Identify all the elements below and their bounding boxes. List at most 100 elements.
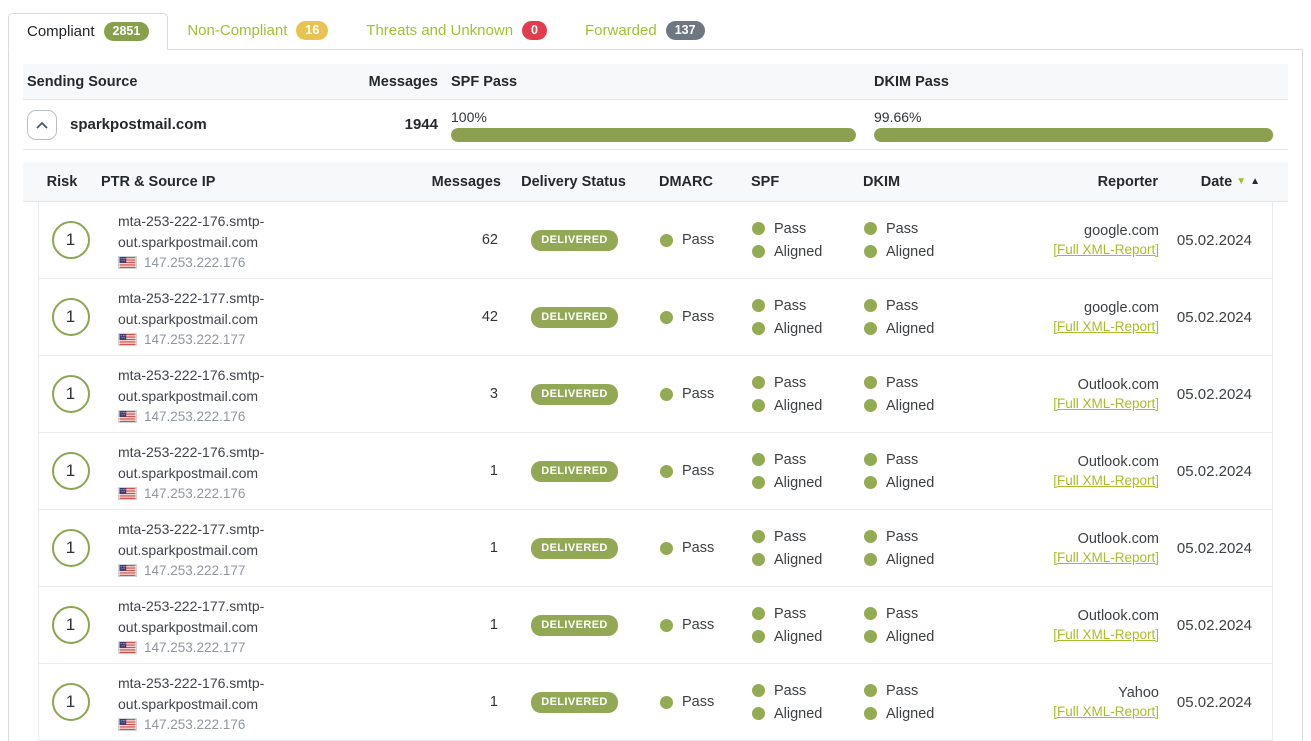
spf-pass-result: Pass <box>774 606 806 622</box>
pass-dot-icon <box>660 234 673 247</box>
reporter-name: google.com <box>1084 300 1159 316</box>
report-date: 05.02.2024 <box>1167 694 1272 711</box>
spf-aligned-result: Aligned <box>774 244 822 260</box>
tab-threats-unknown[interactable]: Threats and Unknown 0 <box>347 12 566 49</box>
us-flag-icon <box>118 487 137 500</box>
delivery-status-cell: DELIVERED <box>502 692 647 713</box>
full-xml-report-link[interactable]: [Full XML-Report] <box>1053 627 1159 642</box>
reporter-name: Yahoo <box>1118 685 1159 701</box>
spf-pass-result: Pass <box>774 683 806 699</box>
aligned-dot-icon <box>864 245 877 258</box>
full-xml-report-link[interactable]: [Full XML-Report] <box>1053 704 1159 719</box>
table-row: 1 mta-253-222-176.smtp-out.sparkpostmail… <box>39 433 1272 510</box>
pass-dot-icon <box>864 684 877 697</box>
full-xml-report-link[interactable]: [Full XML-Report] <box>1053 319 1159 334</box>
risk-score-badge: 1 <box>52 298 90 336</box>
spf-progress-fill <box>451 128 856 142</box>
aligned-dot-icon <box>864 399 877 412</box>
table-row: 1 mta-253-222-177.smtp-out.sparkpostmail… <box>39 510 1272 587</box>
dkim-cell: Pass Aligned <box>847 375 992 414</box>
full-xml-report-link[interactable]: [Full XML-Report] <box>1053 396 1159 411</box>
header-ptr-source-ip: PTR & Source IP <box>101 174 421 190</box>
dmarc-cell: Pass <box>647 386 735 402</box>
aligned-dot-icon <box>752 399 765 412</box>
spf-cell: Pass Aligned <box>735 452 847 491</box>
risk-score-badge: 1 <box>52 606 90 644</box>
reporter-cell: google.com [Full XML-Report] <box>992 223 1167 257</box>
aligned-dot-icon <box>864 553 877 566</box>
pass-dot-icon <box>660 619 673 632</box>
pass-dot-icon <box>660 388 673 401</box>
delivered-badge: DELIVERED <box>531 615 618 636</box>
report-date: 05.02.2024 <box>1167 540 1272 557</box>
ptr-hostname: mta-253-222-176.smtp-out.sparkpostmail.c… <box>118 365 290 407</box>
spf-pass-result: Pass <box>774 375 806 391</box>
risk-score-badge: 1 <box>52 683 90 721</box>
dkim-progress-track <box>874 128 1274 142</box>
us-flag-icon <box>118 256 137 269</box>
dkim-aligned-result: Aligned <box>886 629 934 645</box>
reporter-name: Outlook.com <box>1078 454 1159 470</box>
header-date-sort[interactable]: Date ▼ ▲ <box>1166 174 1288 190</box>
sort-ascending-icon[interactable]: ▲ <box>1250 176 1260 187</box>
spf-cell: Pass Aligned <box>735 298 847 337</box>
header-spf-pass: SPF Pass <box>438 74 874 90</box>
pass-dot-icon <box>752 684 765 697</box>
source-ip: 147.253.222.177 <box>144 563 245 578</box>
source-ip: 147.253.222.176 <box>144 486 245 501</box>
message-count: 42 <box>422 309 502 325</box>
spf-pass-result: Pass <box>774 452 806 468</box>
us-flag-icon <box>118 641 137 654</box>
full-xml-report-link[interactable]: [Full XML-Report] <box>1053 242 1159 257</box>
spf-aligned-result: Aligned <box>774 475 822 491</box>
reporter-cell: google.com [Full XML-Report] <box>992 300 1167 334</box>
risk-cell: 1 <box>39 683 102 721</box>
dmarc-cell: Pass <box>647 463 735 479</box>
tab-forwarded[interactable]: Forwarded 137 <box>566 12 724 49</box>
delivered-badge: DELIVERED <box>531 538 618 559</box>
aligned-dot-icon <box>752 553 765 566</box>
header-dmarc: DMARC <box>646 174 734 190</box>
pass-dot-icon <box>752 222 765 235</box>
dkim-pass-result: Pass <box>886 529 918 545</box>
dkim-aligned-result: Aligned <box>886 244 934 260</box>
tab-non-compliant-count-badge: 16 <box>296 21 328 40</box>
tab-non-compliant[interactable]: Non-Compliant 16 <box>168 12 347 49</box>
spf-aligned-result: Aligned <box>774 321 822 337</box>
sort-descending-icon[interactable]: ▼ <box>1236 176 1246 187</box>
risk-score-badge: 1 <box>52 452 90 490</box>
pass-dot-icon <box>752 453 765 466</box>
header-messages: Messages <box>368 74 438 90</box>
report-date: 05.02.2024 <box>1167 617 1272 634</box>
report-date: 05.02.2024 <box>1167 386 1272 403</box>
full-xml-report-link[interactable]: [Full XML-Report] <box>1053 473 1159 488</box>
ptr-source-ip-cell: mta-253-222-177.smtp-out.sparkpostmail.c… <box>102 588 422 663</box>
dmarc-result: Pass <box>682 232 714 248</box>
aligned-dot-icon <box>752 476 765 489</box>
risk-cell: 1 <box>39 298 102 336</box>
report-date: 05.02.2024 <box>1167 463 1272 480</box>
spf-pass-result: Pass <box>774 529 806 545</box>
ptr-source-ip-cell: mta-253-222-176.smtp-out.sparkpostmail.c… <box>102 665 422 740</box>
us-flag-icon <box>118 564 137 577</box>
source-ip: 147.253.222.176 <box>144 717 245 732</box>
risk-cell: 1 <box>39 529 102 567</box>
risk-cell: 1 <box>39 375 102 413</box>
source-domain: sparkpostmail.com <box>70 116 207 133</box>
pass-dot-icon <box>752 299 765 312</box>
collapse-source-button[interactable] <box>27 110 57 140</box>
aligned-dot-icon <box>752 245 765 258</box>
full-xml-report-link[interactable]: [Full XML-Report] <box>1053 550 1159 565</box>
dkim-pass-percent: 99.66% <box>874 109 1288 125</box>
message-count: 62 <box>422 232 502 248</box>
header-spf: SPF <box>734 174 846 190</box>
risk-cell: 1 <box>39 452 102 490</box>
ptr-source-ip-cell: mta-253-222-177.smtp-out.sparkpostmail.c… <box>102 280 422 355</box>
dkim-cell: Pass Aligned <box>847 221 992 260</box>
source-ip: 147.253.222.177 <box>144 640 245 655</box>
tab-compliant[interactable]: Compliant 2851 <box>8 13 168 50</box>
table-row: 1 mta-253-222-176.smtp-out.sparkpostmail… <box>39 664 1272 741</box>
report-date: 05.02.2024 <box>1167 309 1272 326</box>
ptr-hostname: mta-253-222-177.smtp-out.sparkpostmail.c… <box>118 519 290 561</box>
ptr-hostname: mta-253-222-176.smtp-out.sparkpostmail.c… <box>118 673 290 715</box>
